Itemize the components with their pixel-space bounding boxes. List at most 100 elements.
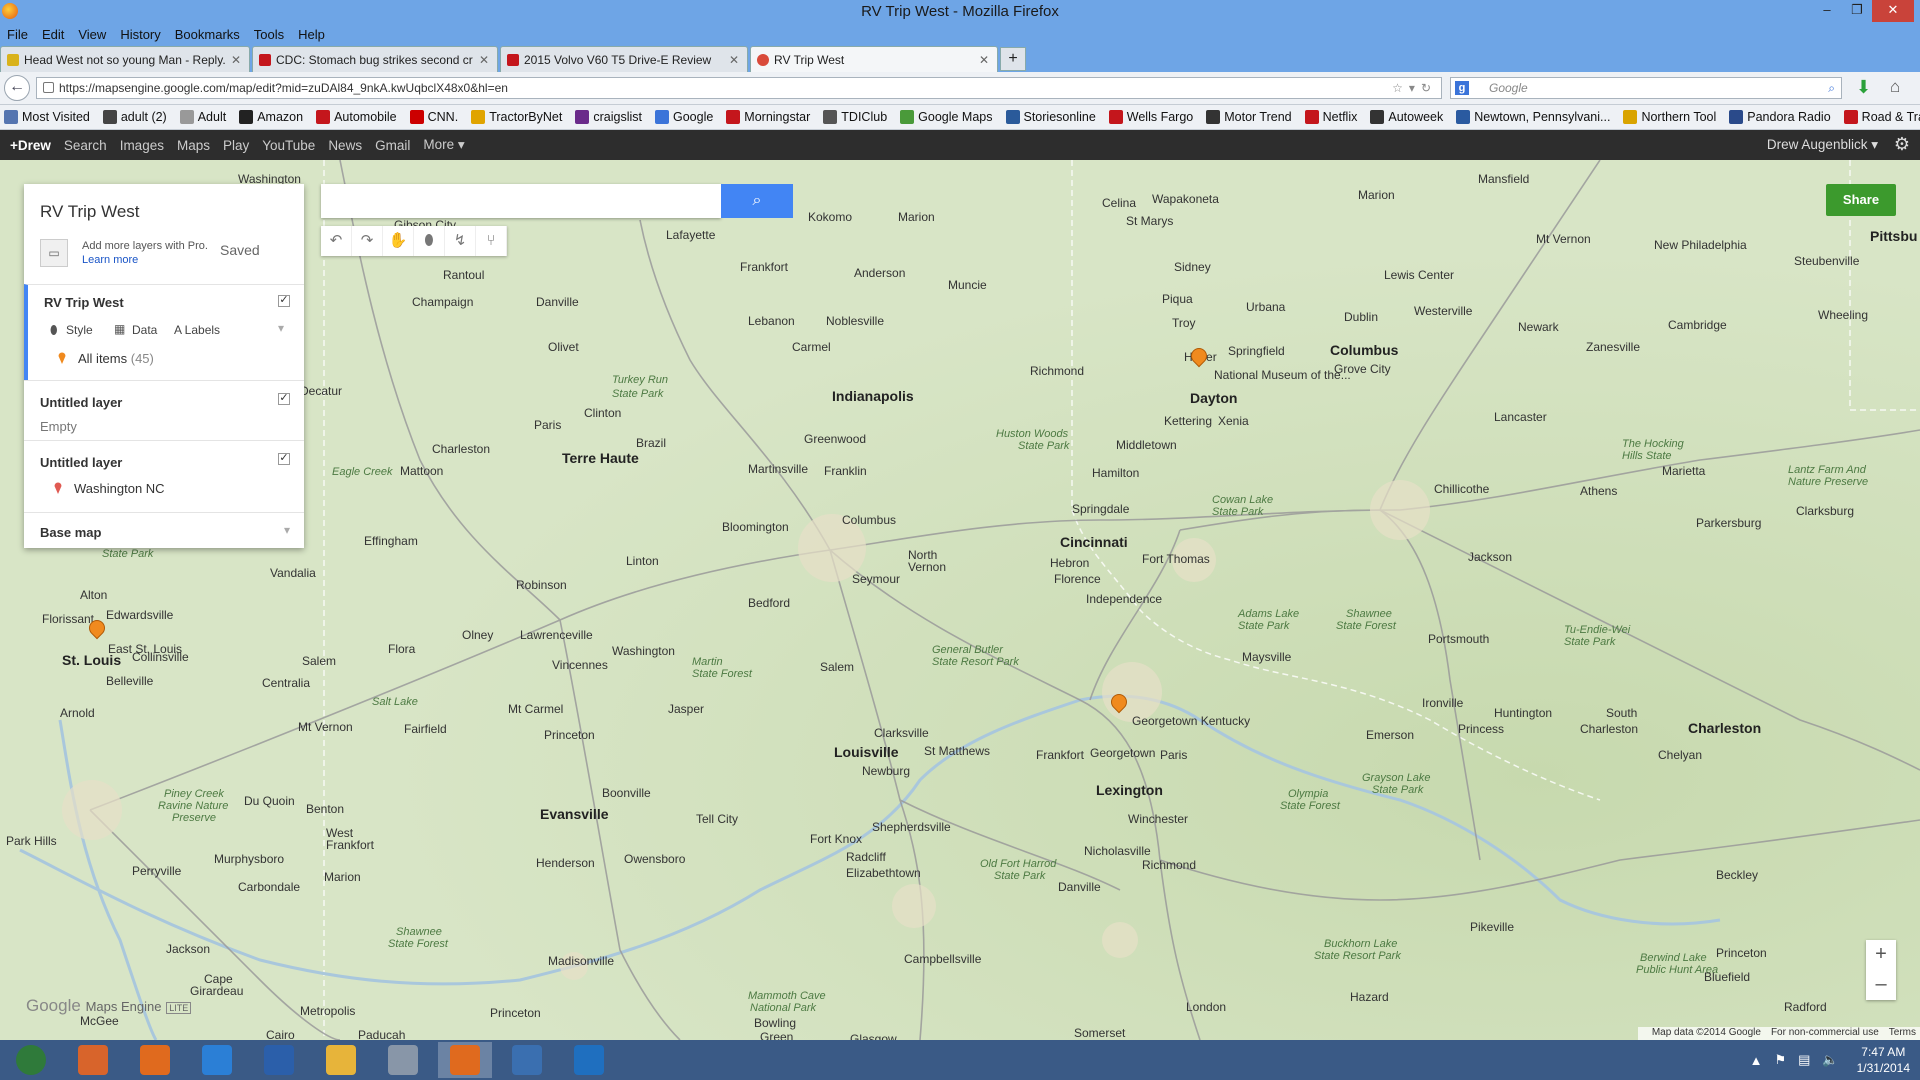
tray-expand-icon[interactable]: ▲ [1750,1053,1763,1068]
google-link[interactable]: +Drew [10,138,51,153]
bookmark-item[interactable]: Motor Trend [1202,110,1292,124]
bookmark-item[interactable]: Newtown, Pennsylvani... [1452,110,1610,124]
minimize-icon[interactable]: – [1812,0,1842,22]
bookmark-item[interactable]: adult (2) [99,110,167,124]
layer-options-chevron-icon[interactable]: ▾ [278,321,284,335]
taskbar-app[interactable] [500,1042,554,1078]
close-icon[interactable]: ✕ [1872,0,1914,22]
layer-name[interactable]: Untitled layer [40,455,122,470]
base-map-label[interactable]: Base map [40,525,101,540]
map-search-input[interactable] [321,184,721,218]
map-search-button[interactable]: ⌕ [721,184,793,218]
layer-rv-trip-west[interactable]: RV Trip West ✓ ⬮ Style ▦ Data A Labels ▾… [24,284,304,380]
draw-line-icon[interactable]: ↯ [445,226,476,256]
user-account[interactable]: Drew Augenblick ▾ [1767,137,1878,153]
bookmark-item[interactable]: Adult [176,110,226,124]
google-link[interactable]: Search [64,138,107,153]
share-button[interactable]: Share [1826,184,1896,216]
bookmark-item[interactable]: Most Visited [0,110,90,124]
style-button[interactable]: Style [66,323,93,337]
bookmark-item[interactable]: Amazon [235,110,303,124]
back-button[interactable]: ← [4,75,30,101]
network-icon[interactable]: ▤ [1798,1052,1810,1068]
taskbar-app[interactable] [190,1042,244,1078]
flag-icon[interactable]: ⚑ [1774,1052,1786,1068]
layer-name[interactable]: RV Trip West [44,295,124,310]
menu-file[interactable]: File [0,27,35,42]
bookmark-item[interactable]: Storiesonline [1002,110,1096,124]
bookmark-item[interactable]: Autoweek [1366,110,1443,124]
search-icon[interactable]: ⌕ [1828,78,1835,98]
pan-hand-icon[interactable]: ✋ [383,226,414,256]
bookmark-item[interactable]: TractorByNet [467,110,562,124]
dropdown-icon[interactable]: ▾ [1409,81,1421,95]
google-link[interactable]: Images [120,138,164,153]
bookmark-item[interactable]: Netflix [1301,110,1357,124]
home-icon[interactable]: ⌂ [1890,78,1900,96]
bookmark-item[interactable]: Road & Track [1840,110,1920,124]
menu-bookmarks[interactable]: Bookmarks [168,27,247,42]
close-tab-icon[interactable]: ✕ [479,53,489,67]
google-link[interactable]: YouTube [262,138,315,153]
url-bar[interactable]: https://mapsengine.google.com/map/edit?m… [36,77,1442,99]
close-tab-icon[interactable]: ✕ [231,53,241,67]
folder-icon[interactable]: ▭ [40,239,68,267]
redo-icon[interactable]: ↷ [352,226,383,256]
menu-edit[interactable]: Edit [35,27,71,42]
bookmark-item[interactable]: Pandora Radio [1725,110,1831,124]
all-items-row[interactable]: All items (45) [78,351,154,366]
google-link[interactable]: Maps [177,138,210,153]
google-link[interactable]: Play [223,138,249,153]
tab-volvo-review[interactable]: 2015 Volvo V60 T5 Drive-E Review ✕ [500,46,748,72]
taskbar-app[interactable] [66,1042,120,1078]
gear-icon[interactable]: ⚙ [1894,134,1910,155]
data-button[interactable]: Data [132,323,157,337]
add-marker-icon[interactable]: ⬮ [414,226,445,256]
menu-tools[interactable]: Tools [247,27,291,42]
taskbar-app[interactable] [562,1042,616,1078]
map-title[interactable]: RV Trip West [40,202,140,222]
search-bar[interactable]: g Google ⌕ [1450,77,1842,99]
zoom-in-button[interactable]: + [1866,940,1896,970]
bookmark-item[interactable]: Google Maps [896,110,993,124]
menu-history[interactable]: History [113,27,167,42]
clock[interactable]: 7:47 AM 1/31/2014 [1857,1044,1910,1076]
directions-icon[interactable]: ⑂ [476,226,507,256]
close-tab-icon[interactable]: ✕ [979,53,989,67]
undo-icon[interactable]: ↶ [321,226,352,256]
bookmark-item[interactable]: TDIClub [819,110,887,124]
google-engine-icon[interactable]: g [1455,81,1469,95]
new-tab-button[interactable]: + [1000,47,1026,71]
tab-cdc[interactable]: CDC: Stomach bug strikes second cru... ✕ [252,46,498,72]
volume-icon[interactable]: 🔈 [1822,1052,1838,1068]
layer-visibility-checkbox[interactable]: ✓ [278,295,290,307]
bookmark-item[interactable]: Morningstar [722,110,810,124]
taskbar-app[interactable] [4,1042,58,1078]
bookmark-item[interactable]: craigslist [571,110,642,124]
zoom-out-button[interactable]: – [1866,970,1896,1000]
labels-button[interactable]: A Labels [174,323,220,337]
layer-untitled-1[interactable]: Untitled layer ✓ Empty [24,380,304,440]
taskbar-app[interactable] [314,1042,368,1078]
bookmark-item[interactable]: Google [651,110,713,124]
bookmark-item[interactable]: Wells Fargo [1105,110,1193,124]
layer-visibility-checkbox[interactable]: ✓ [278,393,290,405]
taskbar-app[interactable] [376,1042,430,1078]
google-link[interactable]: More ▾ [423,137,464,153]
taskbar-app[interactable] [438,1042,492,1078]
bookmark-item[interactable]: CNN. [406,110,458,124]
taskbar-app[interactable] [252,1042,306,1078]
layer-untitled-2[interactable]: Untitled layer ✓ Washington NC [24,440,304,512]
menu-help[interactable]: Help [291,27,332,42]
restore-icon[interactable]: ❐ [1842,0,1872,22]
tab-rv-trip-west[interactable]: RV Trip West ✕ [750,46,998,72]
bookmark-item[interactable]: Automobile [312,110,397,124]
terms-link[interactable]: Terms [1889,1027,1916,1040]
google-link[interactable]: News [328,138,362,153]
learn-more-link[interactable]: Learn more [82,254,138,266]
base-map-chevron-icon[interactable]: ▾ [284,523,290,537]
bookmark-star-icon[interactable]: ☆ [1392,81,1409,95]
feature-washington-nc[interactable]: Washington NC [74,481,165,496]
tab-head-west[interactable]: Head West not so young Man - Reply... ✕ [0,46,250,72]
base-map-section[interactable]: Base map ▾ [24,512,304,548]
